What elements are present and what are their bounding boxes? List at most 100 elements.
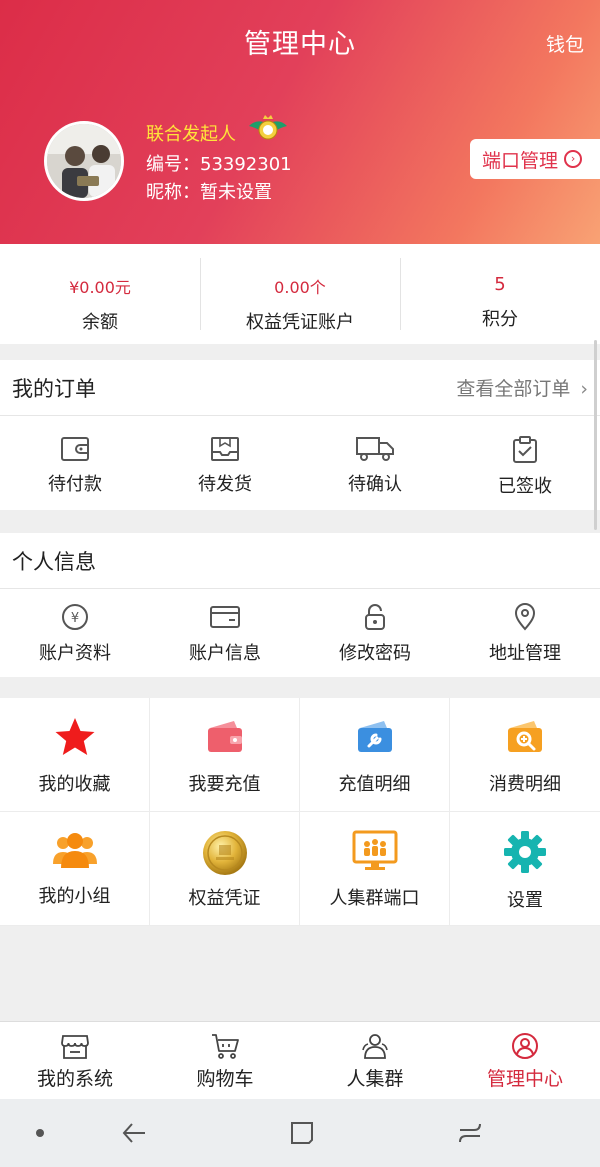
- my-favorites[interactable]: 我的收藏: [0, 698, 150, 812]
- recharge-details[interactable]: 充值明细: [300, 698, 450, 812]
- port-management-button[interactable]: 端口管理 ›: [470, 139, 600, 179]
- order-pending-confirm[interactable]: 待确认: [300, 416, 450, 498]
- home-square-icon[interactable]: [288, 1119, 316, 1147]
- avatar-photo-icon: [47, 124, 121, 198]
- order-signed[interactable]: 已签收: [450, 416, 600, 498]
- orders-title: 我的订单: [12, 376, 96, 401]
- feature-label: 我要充值: [188, 774, 261, 795]
- wrench-wallet-icon: [357, 721, 392, 752]
- equity-voucher[interactable]: 权益凭证: [150, 812, 300, 926]
- clipboard-check-icon: [513, 436, 537, 463]
- orders-panel: 我的订单 查看全部订单 › 待付款 待发货 待确认 已签收: [0, 360, 600, 510]
- tab-label: 我的系统: [36, 1068, 113, 1090]
- wallet-link[interactable]: 钱包: [546, 30, 584, 57]
- stat-voucher-account[interactable]: 0.00个 权益凭证账户: [200, 244, 400, 344]
- account-info[interactable]: 账户信息: [150, 589, 300, 665]
- yen-coin-icon: ¥: [62, 604, 88, 630]
- consumption-details[interactable]: 消费明细: [450, 698, 600, 812]
- personal-info-title: 个人信息: [12, 549, 96, 574]
- order-status-label: 待确认: [348, 474, 402, 495]
- bottom-tab-bar: 我的系统 购物车 人集群 管理中心: [0, 1021, 600, 1099]
- account-profile[interactable]: ¥ 账户资料: [0, 589, 150, 665]
- user-circle-icon: [512, 1033, 538, 1059]
- scrollbar[interactable]: [594, 340, 597, 530]
- recharge-wallet-icon: [207, 721, 242, 752]
- package-icon: [211, 437, 239, 461]
- stat-value: ¥0.00元: [69, 278, 131, 297]
- order-pending-payment[interactable]: 待付款: [0, 416, 150, 498]
- user-id: 编号：53392301: [146, 154, 292, 175]
- feature-label: 设置: [507, 890, 543, 911]
- my-group[interactable]: 我的小组: [0, 812, 150, 926]
- tab-label: 人集群: [346, 1068, 404, 1090]
- view-all-orders-link[interactable]: 查看全部订单 ›: [456, 374, 588, 401]
- star-icon: [55, 718, 94, 755]
- order-status-label: 待发货: [198, 474, 252, 495]
- header-banner: 管理中心 钱包 联合发起人 编号：53392301 昵称：暂未设置 端口管理 ›: [0, 0, 600, 244]
- location-pin-icon: [514, 603, 536, 631]
- personal-info-label: 地址管理: [489, 643, 561, 664]
- chevron-right-icon: ›: [580, 378, 588, 400]
- feature-label: 消费明细: [489, 774, 561, 795]
- stat-label: 权益凭证账户: [246, 312, 354, 333]
- order-pending-shipment[interactable]: 待发货: [150, 416, 300, 498]
- stat-value: 0.00个: [274, 278, 326, 297]
- cluster-port[interactable]: 人集群端口: [300, 812, 450, 926]
- group-icon: [52, 833, 97, 868]
- stat-balance[interactable]: ¥0.00元 余额: [0, 244, 200, 344]
- avatar[interactable]: [44, 121, 124, 201]
- order-status-label: 待付款: [48, 474, 102, 495]
- cart-icon: [212, 1034, 239, 1059]
- view-all-orders-label: 查看全部订单: [456, 378, 571, 400]
- stat-points[interactable]: 5 积分: [400, 244, 600, 344]
- truck-icon: [356, 437, 394, 461]
- card-icon: [210, 606, 240, 628]
- chevron-right-icon: ›: [564, 150, 583, 168]
- feature-label: 权益凭证: [188, 888, 261, 909]
- address-management[interactable]: 地址管理: [450, 589, 600, 665]
- personal-info-label: 账户资料: [39, 643, 111, 664]
- lock-icon: [365, 604, 385, 630]
- tab-label: 管理中心: [486, 1068, 563, 1090]
- member-role: 联合发起人: [146, 124, 236, 145]
- wallet-icon: [61, 437, 89, 461]
- personal-info-label: 账户信息: [189, 643, 261, 664]
- store-icon: [61, 1035, 89, 1059]
- orders-header: 我的订单 查看全部订单 ›: [0, 360, 600, 416]
- recent-apps-icon[interactable]: [456, 1119, 484, 1147]
- user-nickname: 昵称：暂未设置: [146, 182, 272, 203]
- gold-coin-icon: [202, 831, 247, 875]
- page-title: 管理中心: [244, 29, 356, 60]
- feature-grid: 我的收藏 我要充值 充值明细 消费明细 我的小组 权益凭证 人集群端口 设置: [0, 698, 600, 926]
- stat-label: 积分: [482, 309, 518, 330]
- feature-label: 我的收藏: [38, 774, 111, 795]
- member-badge-icon: [249, 115, 287, 140]
- feature-label: 人集群端口: [329, 888, 420, 909]
- feature-label: 我的小组: [38, 886, 111, 907]
- feature-label: 充值明细: [338, 774, 411, 795]
- tab-cluster[interactable]: 人集群: [300, 1022, 450, 1099]
- order-status-label: 已签收: [498, 476, 552, 497]
- gear-icon: [504, 831, 546, 873]
- personal-info-header: 个人信息: [0, 533, 600, 589]
- settings[interactable]: 设置: [450, 812, 600, 926]
- tab-cart[interactable]: 购物车: [150, 1022, 300, 1099]
- monitor-group-icon: [352, 830, 397, 870]
- people-icon: [362, 1034, 388, 1059]
- change-password[interactable]: 修改密码: [300, 589, 450, 665]
- magnifier-wallet-icon: [508, 721, 542, 752]
- recharge[interactable]: 我要充值: [150, 698, 300, 812]
- port-management-label: 端口管理: [482, 149, 559, 172]
- system-nav-bar: [0, 1099, 600, 1167]
- account-stats: ¥0.00元 余额 0.00个 权益凭证账户 5 积分: [0, 244, 600, 344]
- nav-dot-icon: [36, 1129, 44, 1137]
- tab-management-center[interactable]: 管理中心: [450, 1022, 600, 1099]
- personal-info-label: 修改密码: [339, 643, 411, 664]
- svg-text:¥: ¥: [71, 611, 79, 626]
- back-arrow-icon[interactable]: [120, 1119, 148, 1147]
- tab-label: 购物车: [196, 1068, 254, 1090]
- stat-value: 5: [494, 274, 506, 295]
- tab-my-system[interactable]: 我的系统: [0, 1022, 150, 1099]
- stat-label: 余额: [82, 312, 118, 333]
- personal-info-panel: 个人信息 ¥ 账户资料 账户信息 修改密码 地址管理: [0, 533, 600, 677]
